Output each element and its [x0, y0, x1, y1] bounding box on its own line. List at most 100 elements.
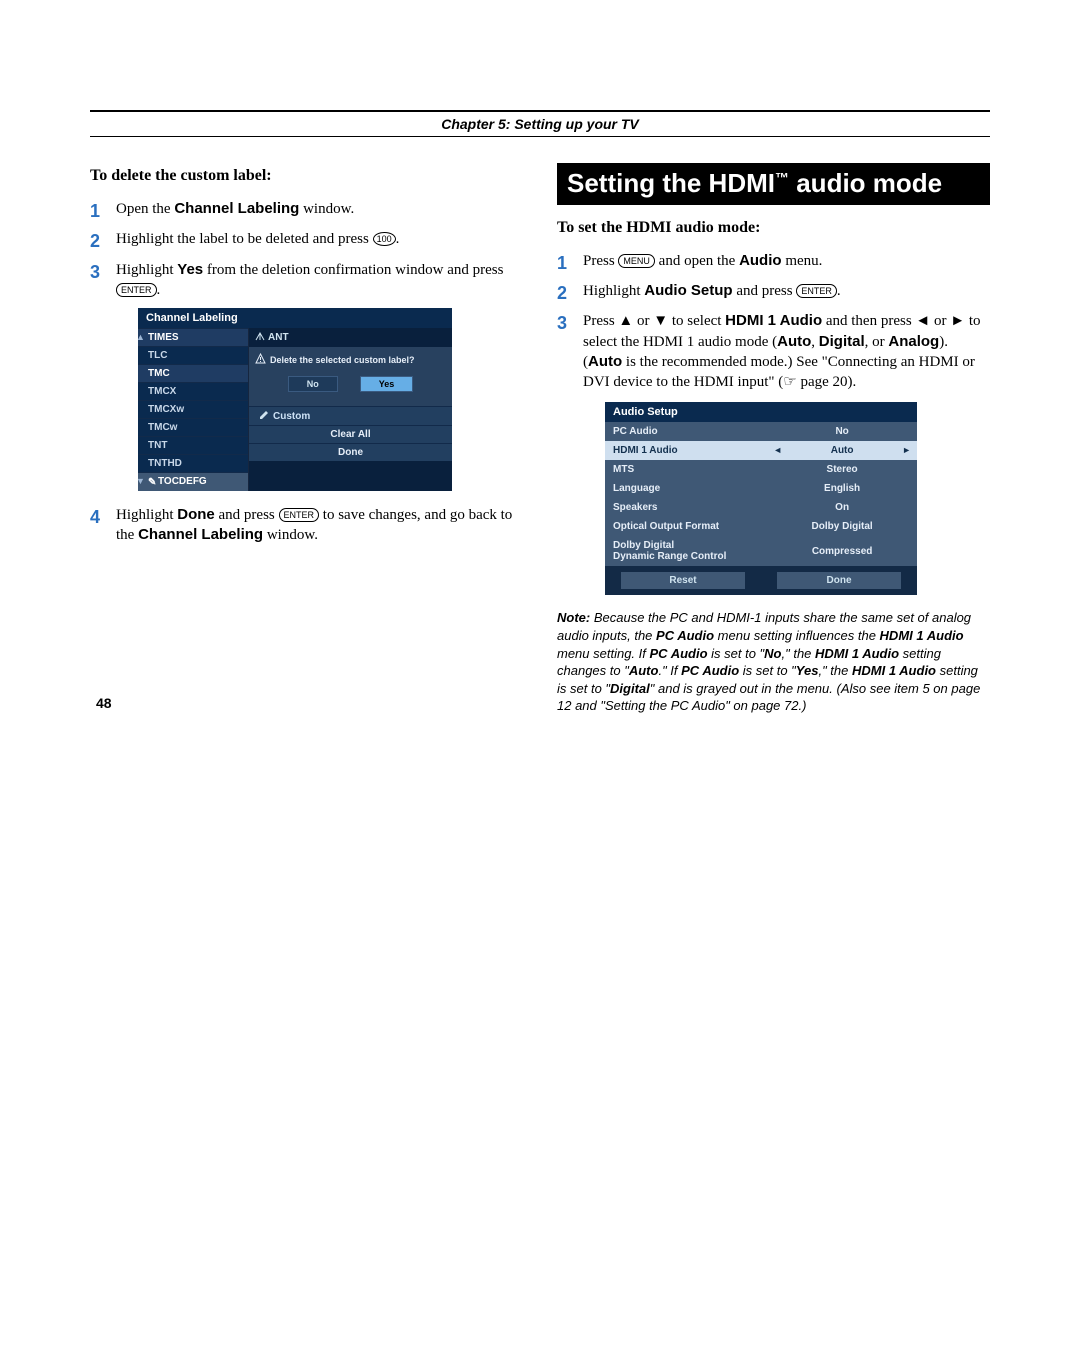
channel-row-selected: TMC: [138, 364, 248, 382]
step-number: 3: [557, 311, 583, 335]
step-1: 1 Press MENU and open the Audio menu.: [557, 251, 990, 275]
note-paragraph: Note: Because the PC and HDMI-1 inputs s…: [557, 609, 990, 714]
page-number: 48: [96, 695, 112, 711]
text: menu.: [782, 253, 823, 269]
step-number: 1: [557, 251, 583, 275]
setting-label: Speakers: [605, 498, 767, 517]
t: is set to ": [739, 663, 796, 678]
t: is set to ": [708, 646, 765, 661]
note-label: Note:: [557, 610, 590, 625]
setting-row: LanguageEnglish: [605, 479, 917, 498]
setting-label: Language: [605, 479, 767, 498]
setting-label: MTS: [605, 460, 767, 479]
custom-row: Custom: [249, 406, 452, 425]
text: Highlight the label to be deleted and pr…: [116, 231, 373, 247]
b: PC Audio: [656, 628, 714, 643]
ui-term: HDMI 1 Audio: [725, 312, 822, 329]
manual-page: Chapter 5: Setting up your TV To delete …: [0, 0, 1080, 755]
step-number: 2: [90, 229, 116, 253]
ui-term: Analog: [888, 333, 939, 350]
ui-term: Audio Setup: [644, 282, 732, 299]
settings-table: PC AudioNoHDMI 1 AudioAutoMTSStereoLangu…: [605, 422, 917, 566]
edit-icon: ✎: [148, 477, 158, 488]
setting-label: PC Audio: [605, 422, 767, 441]
text: Press: [583, 253, 618, 269]
text: .: [837, 283, 841, 299]
text: .: [396, 231, 400, 247]
t: menu setting. If: [557, 646, 650, 661]
left-column: To delete the custom label: 1 Open the C…: [90, 163, 523, 715]
clear-all-row: Clear All: [249, 425, 452, 443]
osd-title: Audio Setup: [605, 402, 917, 422]
b: PC Audio: [681, 663, 739, 678]
step-body: Highlight Done and press ENTER to save c…: [116, 505, 523, 546]
right-subheading: To set the HDMI audio mode:: [557, 219, 990, 237]
trademark-icon: ™: [775, 169, 789, 185]
b: HDMI 1 Audio: [852, 663, 936, 678]
b: HDMI 1 Audio: [880, 628, 964, 643]
channel-row: TNT: [138, 436, 248, 454]
two-column-layout: To delete the custom label: 1 Open the C…: [90, 163, 990, 715]
step-4: 4 Highlight Done and press ENTER to save…: [90, 505, 523, 546]
enter-button-icon: ENTER: [279, 508, 320, 522]
step-body: Highlight Yes from the deletion confirma…: [116, 260, 523, 301]
ui-term: Done: [177, 506, 215, 523]
step-body: Highlight the label to be deleted and pr…: [116, 229, 523, 249]
step-3: 3 Press ▲ or ▼ to select HDMI 1 Audio an…: [557, 311, 990, 392]
b: Digital: [610, 681, 650, 696]
dialog-no-button: No: [288, 376, 338, 392]
reset-button: Reset: [621, 572, 745, 589]
setting-value: Stereo: [767, 460, 917, 479]
step-number: 1: [90, 199, 116, 223]
step-number: 2: [557, 281, 583, 305]
text: window.: [299, 201, 354, 217]
channel-row: TLC: [138, 346, 248, 364]
title-post: audio mode: [789, 168, 942, 198]
t: ," the: [818, 663, 852, 678]
chapter-header: Chapter 5: Setting up your TV: [90, 110, 990, 137]
setting-value: On: [767, 498, 917, 517]
step-1: 1 Open the Channel Labeling window.: [90, 199, 523, 223]
text: Highlight: [116, 507, 177, 523]
channel-label: TOCDEFG: [158, 476, 207, 487]
setting-value: English: [767, 479, 917, 498]
enter-button-icon: ENTER: [796, 284, 837, 298]
text: Press ▲ or ▼ to select: [583, 313, 725, 329]
done-button: Done: [777, 572, 901, 589]
custom-label: Custom: [273, 411, 310, 422]
right-column: Setting the HDMI™ audio mode To set the …: [557, 163, 990, 715]
setting-row: Optical Output FormatDolby Digital: [605, 517, 917, 536]
left-subheading: To delete the custom label:: [90, 167, 523, 185]
step-body: Open the Channel Labeling window.: [116, 199, 523, 219]
setting-row: PC AudioNo: [605, 422, 917, 441]
right-pane: ANT Delete the selected custom label? No…: [249, 328, 452, 491]
warning-icon: [255, 353, 266, 366]
done-row: Done: [249, 443, 452, 461]
text: is the recommended mode.) See "Connectin…: [583, 354, 975, 390]
text: and press: [733, 283, 797, 299]
step-body: Press MENU and open the Audio menu.: [583, 251, 990, 271]
ant-label: ANT: [268, 332, 289, 343]
setting-value: Auto: [767, 441, 917, 460]
section-title: Setting the HDMI™ audio mode: [557, 163, 990, 205]
text: and open the: [655, 253, 739, 269]
ui-term: Channel Labeling: [174, 200, 299, 217]
dialog-yes-button: Yes: [360, 376, 414, 392]
left-steps-cont: 4 Highlight Done and press ENTER to save…: [90, 505, 523, 546]
text: window.: [263, 527, 318, 543]
text: Highlight: [116, 262, 177, 278]
setting-value: Dolby Digital: [767, 517, 917, 536]
title-pre: Setting the HDMI: [567, 168, 775, 198]
setting-row: SpeakersOn: [605, 498, 917, 517]
text: and press: [215, 507, 279, 523]
step-number: 3: [90, 260, 116, 284]
confirm-dialog: Delete the selected custom label? No Yes: [249, 347, 452, 406]
audio-setup-screenshot: Audio Setup PC AudioNoHDMI 1 AudioAutoMT…: [605, 402, 917, 595]
b: PC Audio: [650, 646, 708, 661]
setting-value: Compressed: [767, 536, 917, 566]
ui-term: Yes: [177, 261, 203, 278]
enter-button-icon: ENTER: [116, 283, 157, 297]
text: from the deletion confirmation window an…: [203, 262, 503, 278]
ui-term: Digital: [819, 333, 865, 350]
channel-row: TMCX: [138, 382, 248, 400]
